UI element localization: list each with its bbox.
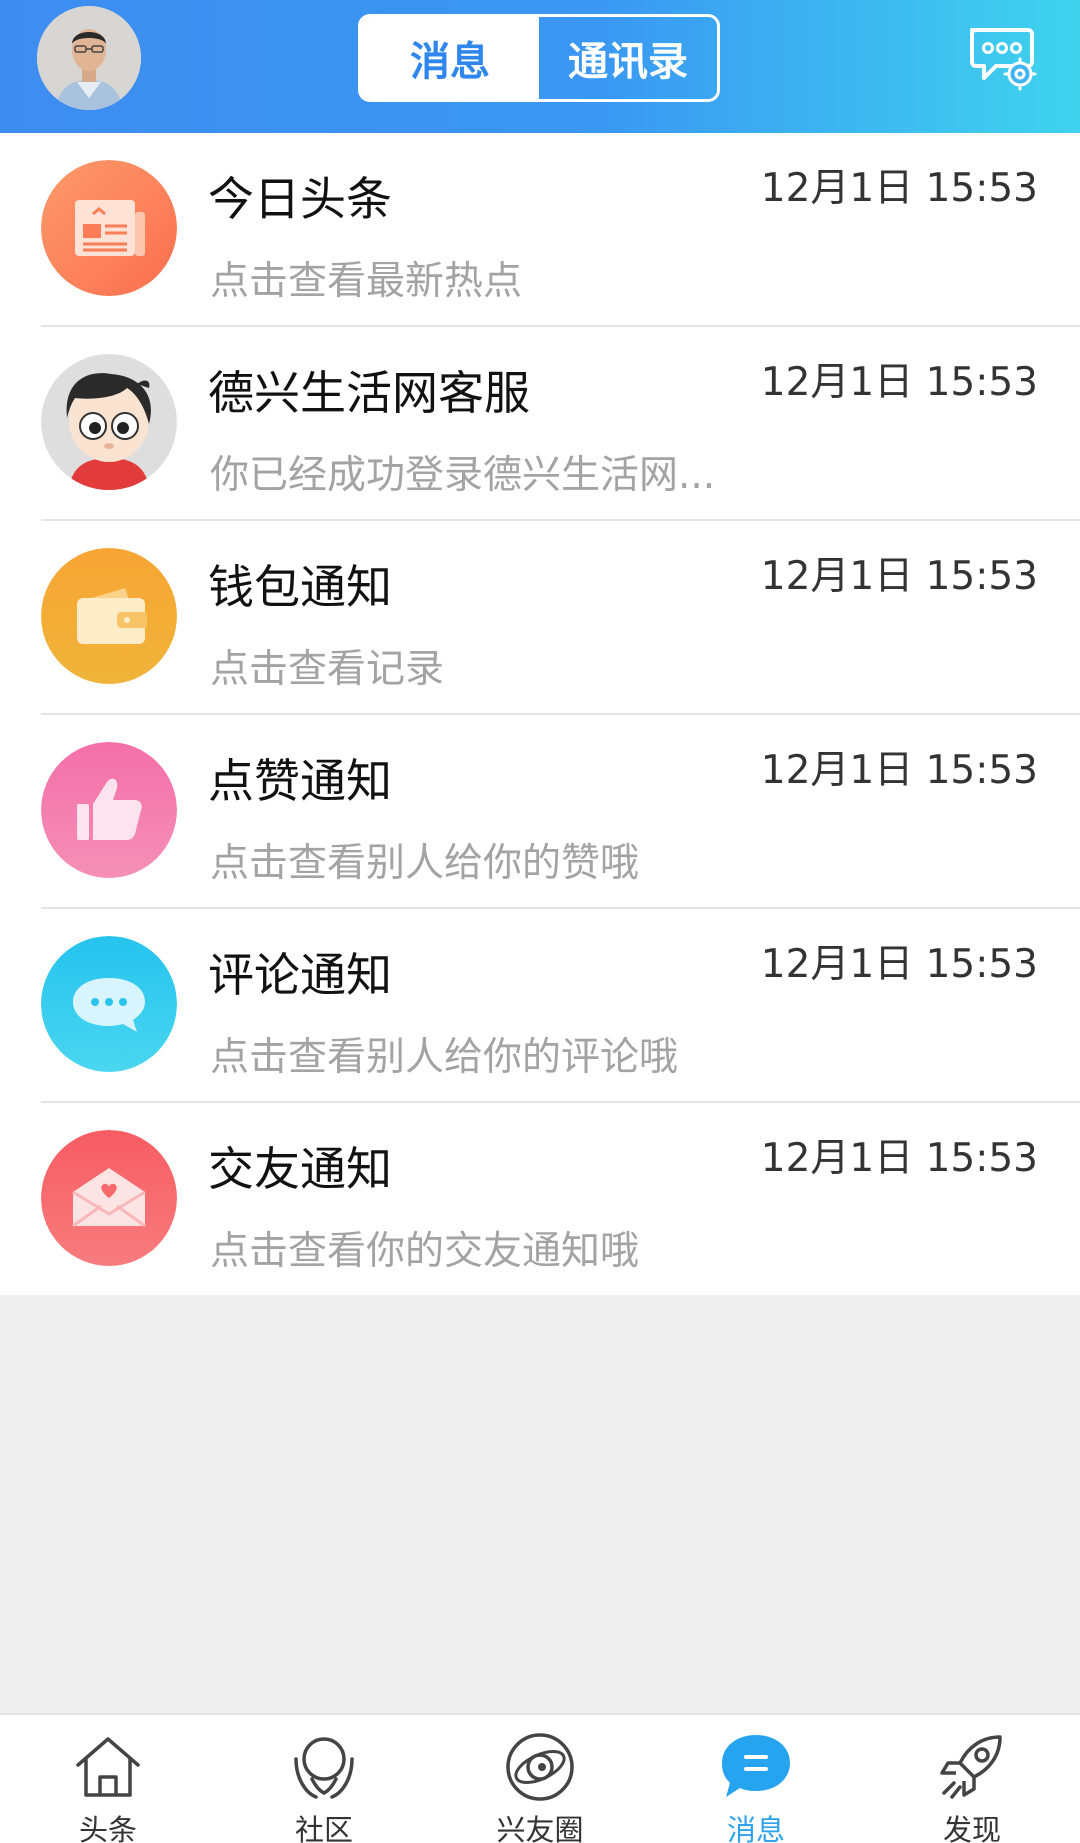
- tab-contacts[interactable]: 通讯录: [539, 17, 717, 99]
- nav-community[interactable]: 社区: [216, 1715, 432, 1843]
- speech-bubble-icon: [41, 936, 177, 1072]
- message-time: 12月1日 15:53: [760, 748, 1038, 793]
- message-title: 今日头条: [208, 172, 392, 226]
- message-title: 德兴生活网客服: [208, 366, 530, 420]
- chat-settings-button[interactable]: [966, 22, 1038, 94]
- header-tab-switcher: 消息 通讯录: [358, 14, 720, 102]
- chat-settings-icon: [970, 28, 1037, 91]
- message-title: 钱包通知: [208, 560, 392, 614]
- message-title: 点赞通知: [208, 754, 392, 808]
- nav-label: 兴友圈: [496, 1813, 584, 1843]
- home-icon: [70, 1729, 146, 1805]
- bottom-navigation: 头条 社区 兴友圈 消息 发现: [0, 1713, 1080, 1843]
- message-preview: 你已经成功登录德兴生活网...: [210, 453, 716, 498]
- message-preview: 点击查看别人给你的赞哦: [210, 841, 640, 886]
- message-preview: 点击查看你的交友通知哦: [210, 1229, 640, 1274]
- message-title: 评论通知: [208, 948, 392, 1002]
- message-row-friends[interactable]: 交友通知 点击查看你的交友通知哦 12月1日 15:53: [0, 1103, 1080, 1297]
- wallet-icon: [41, 548, 177, 684]
- message-title: 交友通知: [208, 1142, 392, 1196]
- newspaper-icon: [41, 160, 177, 296]
- message-row-customer-service[interactable]: 德兴生活网客服 你已经成功登录德兴生活网... 12月1日 15:53: [0, 327, 1080, 521]
- message-row-toutiao[interactable]: 今日头条 点击查看最新热点 12月1日 15:53: [0, 133, 1080, 327]
- top-header: 消息 通讯录: [0, 0, 1080, 133]
- message-time: 12月1日 15:53: [760, 1136, 1038, 1181]
- tab-messages[interactable]: 消息: [361, 17, 539, 99]
- message-preview: 点击查看别人给你的评论哦: [210, 1035, 679, 1080]
- community-icon: [286, 1729, 362, 1805]
- nav-friend-circle[interactable]: 兴友圈: [432, 1715, 648, 1843]
- message-time: 12月1日 15:53: [760, 166, 1038, 211]
- message-preview: 点击查看最新热点: [210, 259, 523, 304]
- thumbs-up-icon: [41, 742, 177, 878]
- message-list: 今日头条 点击查看最新热点 12月1日 15:53 德兴生活网客服 你已经成功登…: [0, 133, 1080, 1295]
- user-avatar[interactable]: [37, 6, 141, 110]
- nav-label: 头条: [78, 1813, 137, 1843]
- nav-messages[interactable]: 消息: [648, 1715, 864, 1843]
- nav-discover[interactable]: 发现: [864, 1715, 1080, 1843]
- cartoon-avatar-icon: [41, 354, 177, 490]
- message-row-wallet[interactable]: 钱包通知 点击查看记录 12月1日 15:53: [0, 521, 1080, 715]
- love-letter-icon: [41, 1130, 177, 1266]
- message-time: 12月1日 15:53: [760, 942, 1038, 987]
- message-row-comments[interactable]: 评论通知 点击查看别人给你的评论哦 12月1日 15:53: [0, 909, 1080, 1103]
- rocket-icon: [934, 1729, 1010, 1805]
- message-time: 12月1日 15:53: [760, 554, 1038, 599]
- orbit-icon: [502, 1729, 578, 1805]
- nav-headlines[interactable]: 头条: [0, 1715, 216, 1843]
- message-preview: 点击查看记录: [210, 647, 445, 692]
- message-row-likes[interactable]: 点赞通知 点击查看别人给你的赞哦 12月1日 15:53: [0, 715, 1080, 909]
- message-icon: [718, 1729, 794, 1805]
- nav-label: 社区: [294, 1813, 353, 1843]
- nav-label: 发现: [942, 1813, 1001, 1843]
- user-photo-icon: [37, 6, 141, 110]
- message-time: 12月1日 15:53: [760, 360, 1038, 405]
- nav-label: 消息: [726, 1813, 785, 1843]
